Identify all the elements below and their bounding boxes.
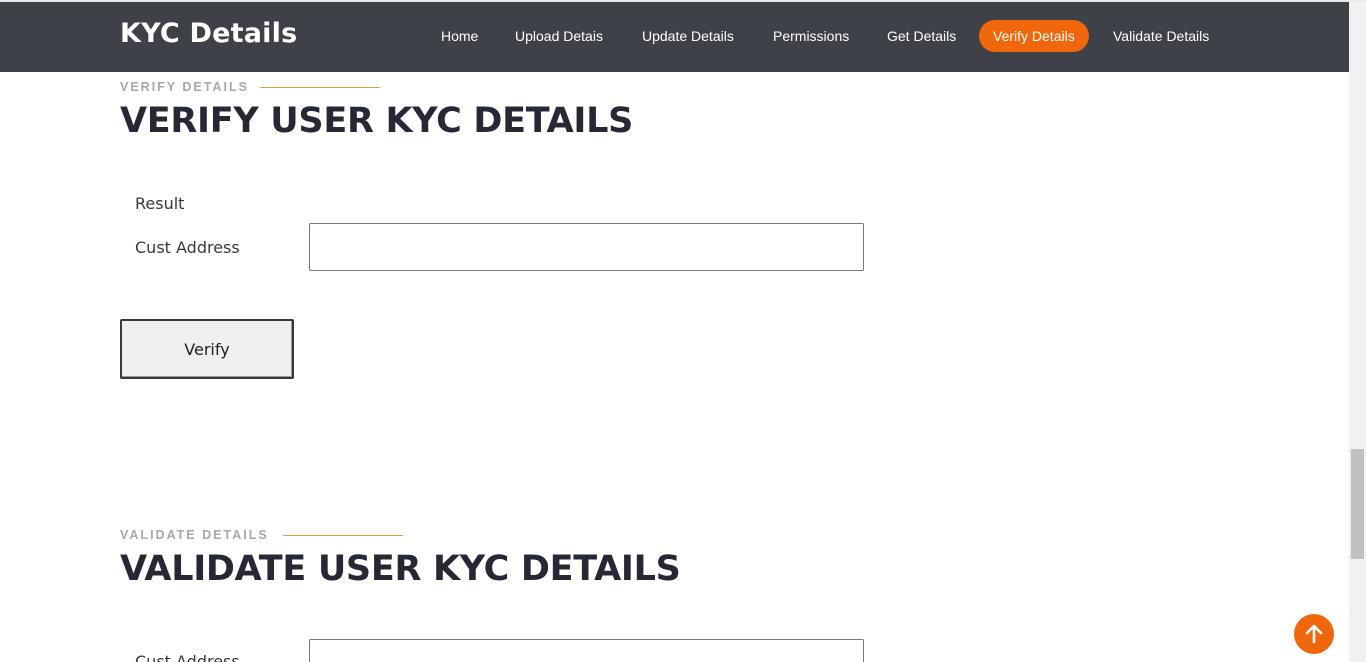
vertical-scrollbar[interactable] <box>1349 2 1366 662</box>
verify-section-eyebrow: VERIFY DETAILS <box>120 80 249 94</box>
verify-eyebrow-divider <box>260 87 380 88</box>
scrollbar-thumb[interactable] <box>1351 449 1364 559</box>
scroll-top-button[interactable] <box>1294 614 1334 654</box>
nav-validate-details[interactable]: Validate Details <box>1113 20 1209 52</box>
result-label: Result <box>135 194 185 213</box>
verify-button[interactable]: Verify <box>120 319 294 379</box>
nav-get-details[interactable]: Get Details <box>887 20 956 52</box>
verify-section-title: VERIFY USER KYC DETAILS <box>120 101 634 141</box>
cust-address-input[interactable] <box>309 223 864 271</box>
validate-section-title: VALIDATE USER KYC DETAILS <box>120 549 681 589</box>
nav-home[interactable]: Home <box>441 20 478 52</box>
cust-address-label: Cust Address <box>135 238 240 257</box>
validate-cust-address-input[interactable] <box>309 639 864 662</box>
validate-cust-address-label: Cust Address <box>135 652 240 662</box>
site-header: KYC Details Home Upload Detais Update De… <box>0 2 1349 72</box>
nav-verify-details[interactable]: Verify Details <box>979 20 1089 52</box>
nav-permissions[interactable]: Permissions <box>773 20 849 52</box>
nav-update-details[interactable]: Update Details <box>642 20 734 52</box>
validate-eyebrow-divider <box>283 535 403 536</box>
arrow-up-icon <box>1305 624 1323 644</box>
validate-section-eyebrow: VALIDATE DETAILS <box>120 528 269 542</box>
nav-upload-details[interactable]: Upload Detais <box>515 20 603 52</box>
page: KYC Details Home Upload Detais Update De… <box>0 0 1366 662</box>
main-nav: Home Upload Detais Update Details Permis… <box>0 2 1349 72</box>
